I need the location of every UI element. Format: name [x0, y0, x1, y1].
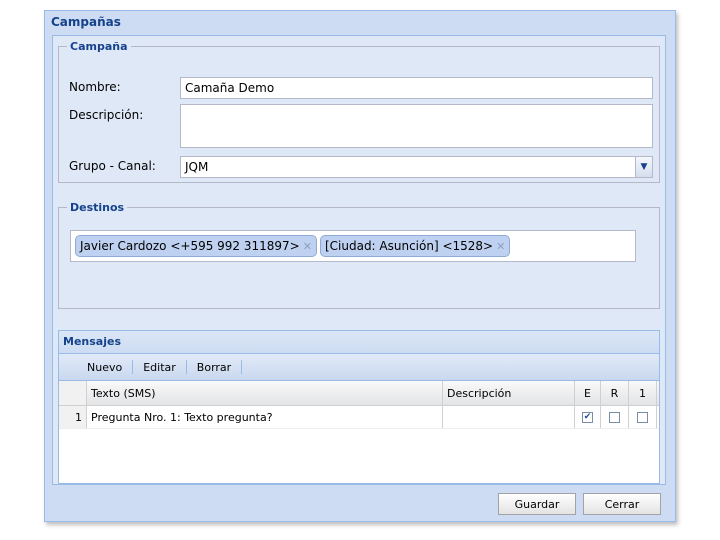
header-r[interactable]: R: [601, 381, 629, 405]
toolbar-separator: [241, 360, 243, 374]
grupo-canal-label: Grupo - Canal:: [69, 159, 156, 173]
mensajes-title: Mensajes: [59, 331, 659, 354]
editar-button[interactable]: Editar: [133, 361, 186, 374]
header-1[interactable]: 1: [629, 381, 657, 405]
checkbox-e[interactable]: ✔: [582, 411, 593, 423]
nuevo-button[interactable]: Nuevo: [77, 361, 132, 374]
destino-tag[interactable]: Javier Cardozo <+595 992 311897> ✕: [75, 235, 317, 257]
nombre-input[interactable]: Camaña Demo: [180, 77, 653, 99]
campana-legend: Campaña: [70, 40, 128, 53]
chevron-down-icon[interactable]: ▼: [635, 157, 652, 177]
close-icon[interactable]: ✕: [496, 240, 505, 253]
mensajes-toolbar: Nuevo Editar Borrar: [59, 354, 659, 381]
mensajes-grid: Mensajes Nuevo Editar Borrar Texto (SMS)…: [58, 330, 660, 484]
row-descripcion: [443, 406, 575, 428]
checkbox-r[interactable]: [609, 411, 620, 423]
form-panel: Campaña Nombre: Camaña Demo Descripción:…: [52, 35, 666, 485]
campanas-window: Campañas Campaña Nombre: Camaña Demo Des…: [44, 10, 676, 522]
window-title: Campañas: [51, 15, 121, 29]
guardar-button[interactable]: Guardar: [498, 493, 576, 515]
header-descripcion[interactable]: Descripción: [443, 381, 575, 405]
descripcion-textarea[interactable]: [180, 104, 653, 148]
row-e-cell: ✔: [575, 406, 601, 428]
destino-tag-label: Javier Cardozo <+595 992 311897>: [80, 239, 300, 253]
destino-tag[interactable]: [Ciudad: Asunción] <1528> ✕: [319, 235, 511, 257]
nombre-label: Nombre:: [69, 80, 121, 94]
destino-tag-label: [Ciudad: Asunción] <1528>: [324, 239, 494, 253]
row-1-cell: [629, 406, 657, 428]
row-number: 1: [59, 406, 87, 428]
table-row[interactable]: 1 Pregunta Nro. 1: Texto pregunta? ✔: [59, 406, 659, 429]
grupo-canal-select[interactable]: JQM ▼: [180, 156, 653, 178]
grid-header: Texto (SMS) Descripción E R 1: [59, 381, 659, 406]
cerrar-button[interactable]: Cerrar: [583, 493, 661, 515]
close-icon[interactable]: ✕: [303, 240, 312, 253]
row-texto: Pregunta Nro. 1: Texto pregunta?: [87, 406, 443, 428]
row-r-cell: [601, 406, 629, 428]
header-e[interactable]: E: [575, 381, 601, 405]
grupo-canal-value: JQM: [185, 160, 209, 174]
descripcion-label: Descripción:: [69, 108, 144, 122]
borrar-button[interactable]: Borrar: [187, 361, 241, 374]
header-texto-sms[interactable]: Texto (SMS): [87, 381, 443, 405]
destinos-legend: Destinos: [70, 201, 125, 214]
header-row-number: [59, 381, 87, 405]
destinos-tag-input[interactable]: Javier Cardozo <+595 992 311897> ✕ [Ciud…: [70, 230, 636, 262]
checkbox-1[interactable]: [637, 411, 648, 423]
